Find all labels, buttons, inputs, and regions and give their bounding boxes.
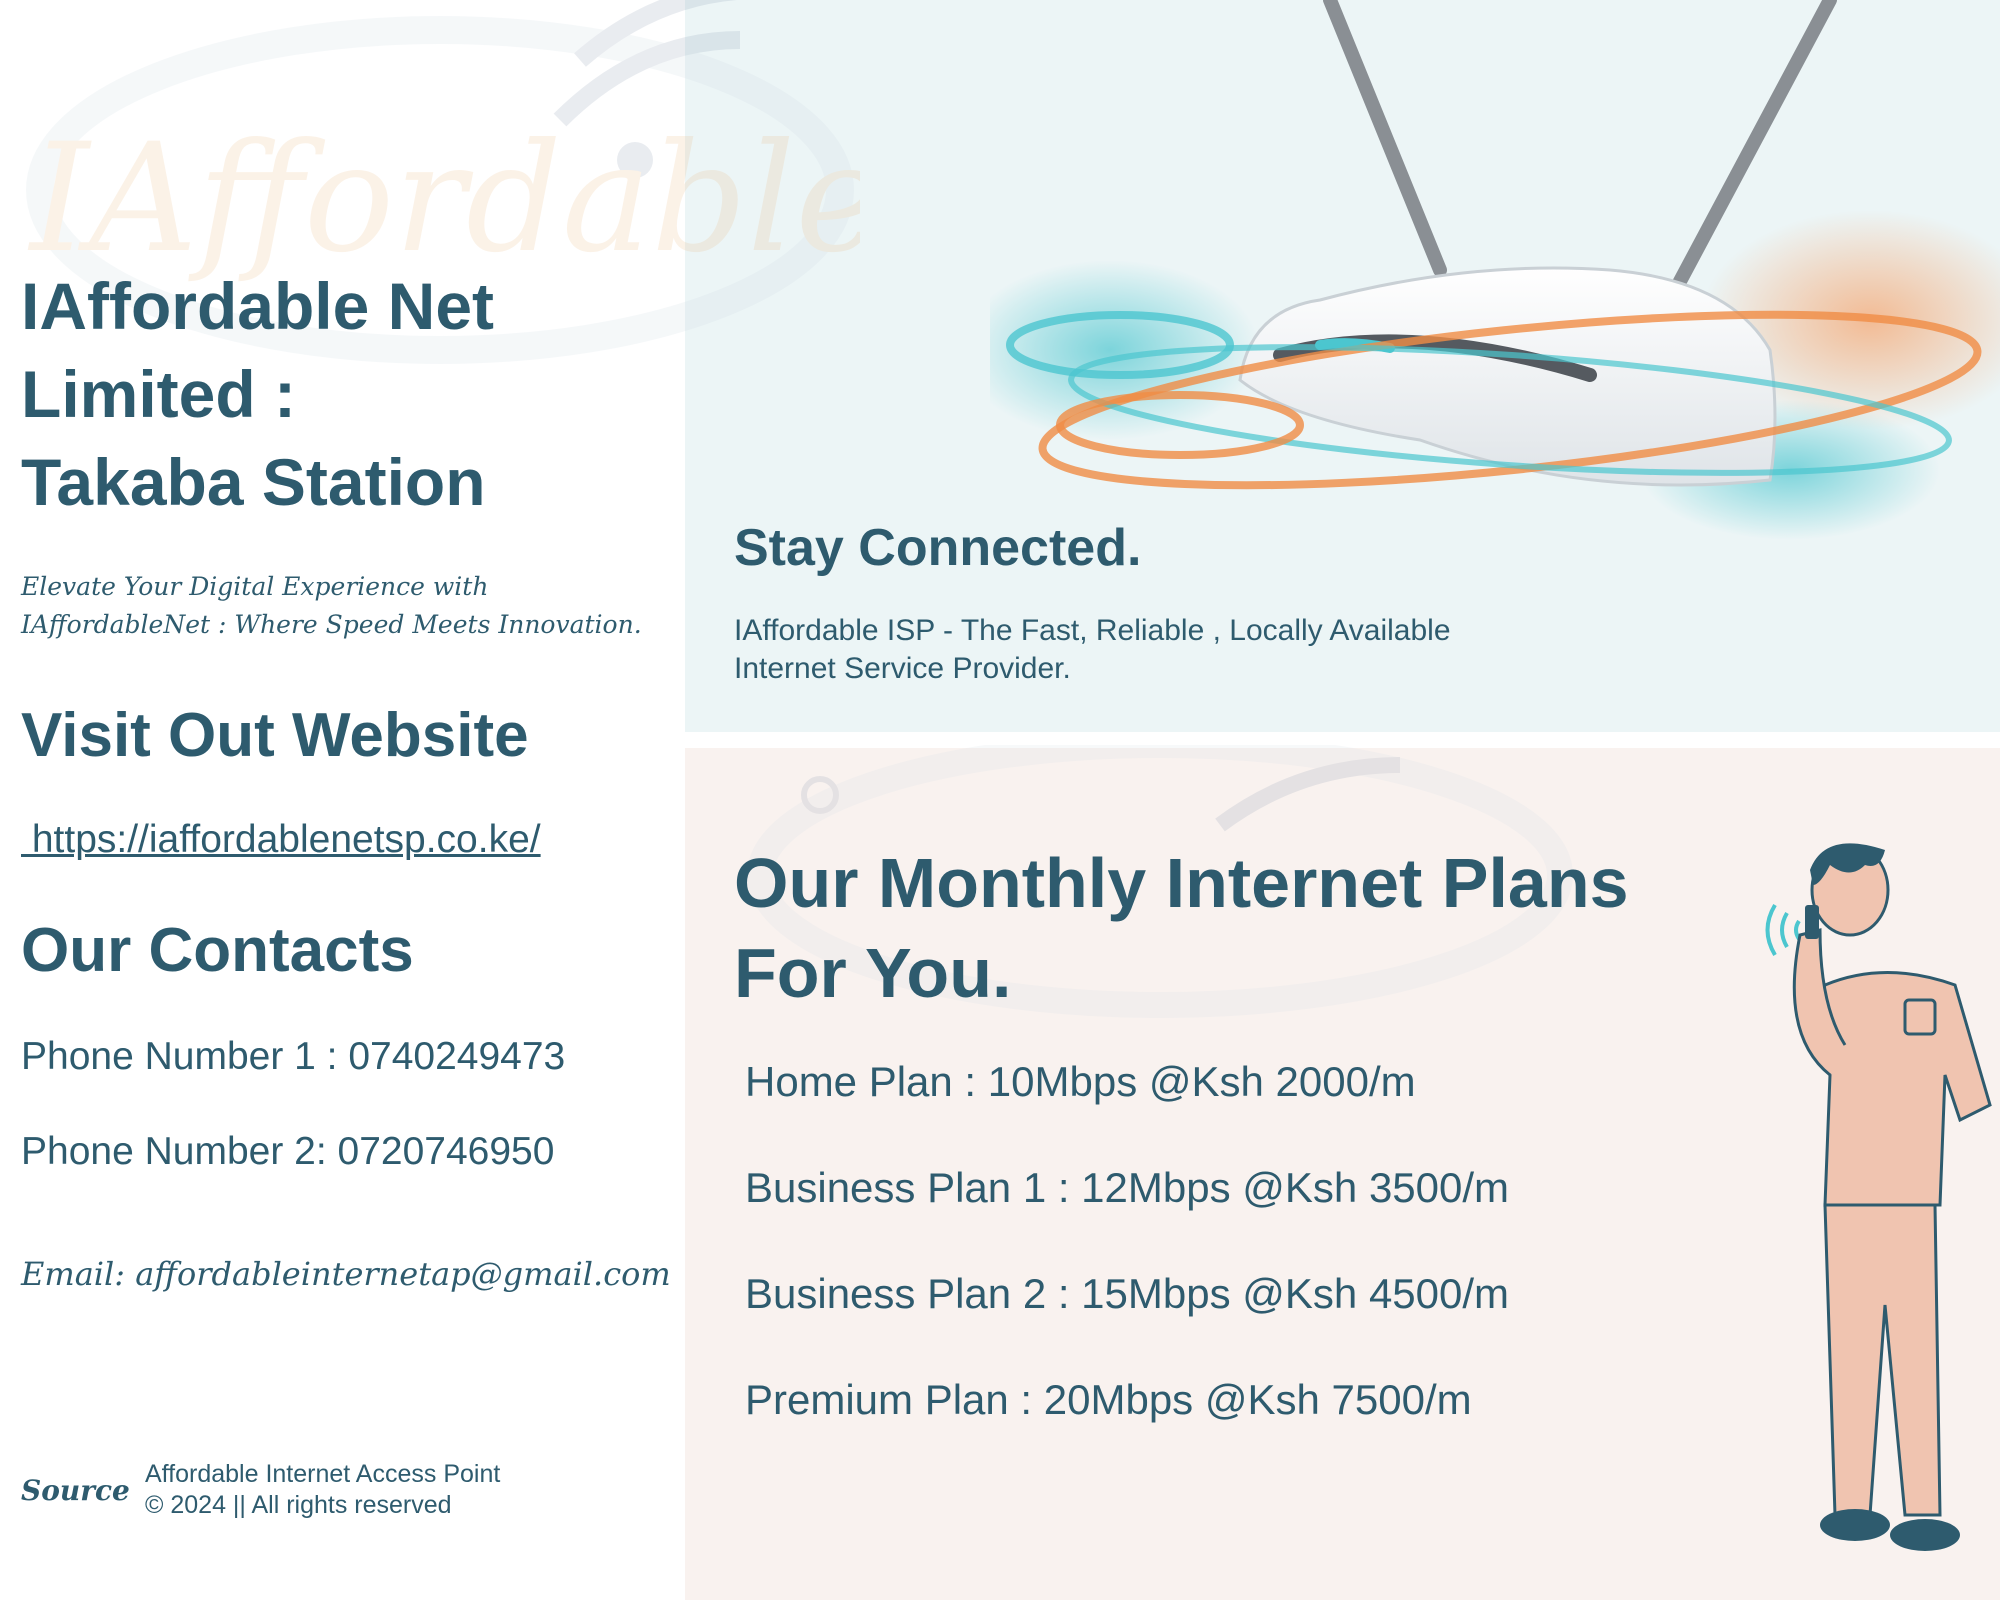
website-link[interactable]: https://iaffordablenetsp.co.ke/ bbox=[21, 818, 541, 862]
plan-item-premium: Premium Plan : 20Mbps @Ksh 7500/m bbox=[745, 1376, 1472, 1423]
tagline: Elevate Your Digital Experience with IAf… bbox=[21, 568, 661, 644]
tagline-line1: Elevate Your Digital Experience with bbox=[21, 572, 489, 601]
tagline-line2: IAffordableNet : Where Speed Meets Innov… bbox=[21, 610, 642, 639]
hero-title: Stay Connected. bbox=[734, 519, 1142, 577]
footer-copyright: © 2024 || All rights reserved bbox=[145, 1491, 452, 1519]
left-panel bbox=[0, 0, 685, 1600]
plan-item-home: Home Plan : 10Mbps @Ksh 2000/m bbox=[745, 1058, 1416, 1105]
plans-title-line1: Our Monthly Internet Plans bbox=[734, 844, 1629, 922]
hero-description-line1: IAffordable ISP - The Fast, Reliable , L… bbox=[734, 614, 1451, 647]
panel-divider bbox=[685, 732, 2000, 748]
footer-org: Affordable Internet Access Point bbox=[145, 1460, 501, 1488]
company-title: IAffordable Net Limited : Takaba Station bbox=[21, 262, 681, 526]
company-title-line3: Takaba Station bbox=[21, 445, 486, 519]
hero-description-line2: Internet Service Provider. bbox=[734, 652, 1071, 685]
company-title-line2: Limited : bbox=[21, 357, 296, 431]
router-illustration-icon bbox=[990, 0, 2000, 540]
hero-description: IAffordable ISP - The Fast, Reliable , L… bbox=[734, 612, 1574, 688]
contacts-heading: Our Contacts bbox=[21, 916, 414, 985]
plans-title: Our Monthly Internet Plans For You. bbox=[734, 838, 1774, 1018]
plan-item-business-1: Business Plan 1 : 12Mbps @Ksh 3500/m bbox=[745, 1164, 1510, 1211]
website-heading: Visit Out Website bbox=[21, 701, 529, 770]
phone-number-1: Phone Number 1 : 0740249473 bbox=[21, 1035, 566, 1078]
phone-number-2: Phone Number 2: 0720746950 bbox=[21, 1130, 555, 1173]
plan-item-business-2: Business Plan 2 : 15Mbps @Ksh 4500/m bbox=[745, 1270, 1510, 1317]
plans-title-line2: For You. bbox=[734, 934, 1012, 1012]
company-title-line1: IAffordable Net bbox=[21, 269, 495, 343]
person-on-phone-illustration-icon bbox=[1765, 843, 1992, 1551]
email-address: Email: affordableinternetap@gmail.com bbox=[21, 1255, 671, 1293]
source-label: Source bbox=[21, 1474, 130, 1507]
